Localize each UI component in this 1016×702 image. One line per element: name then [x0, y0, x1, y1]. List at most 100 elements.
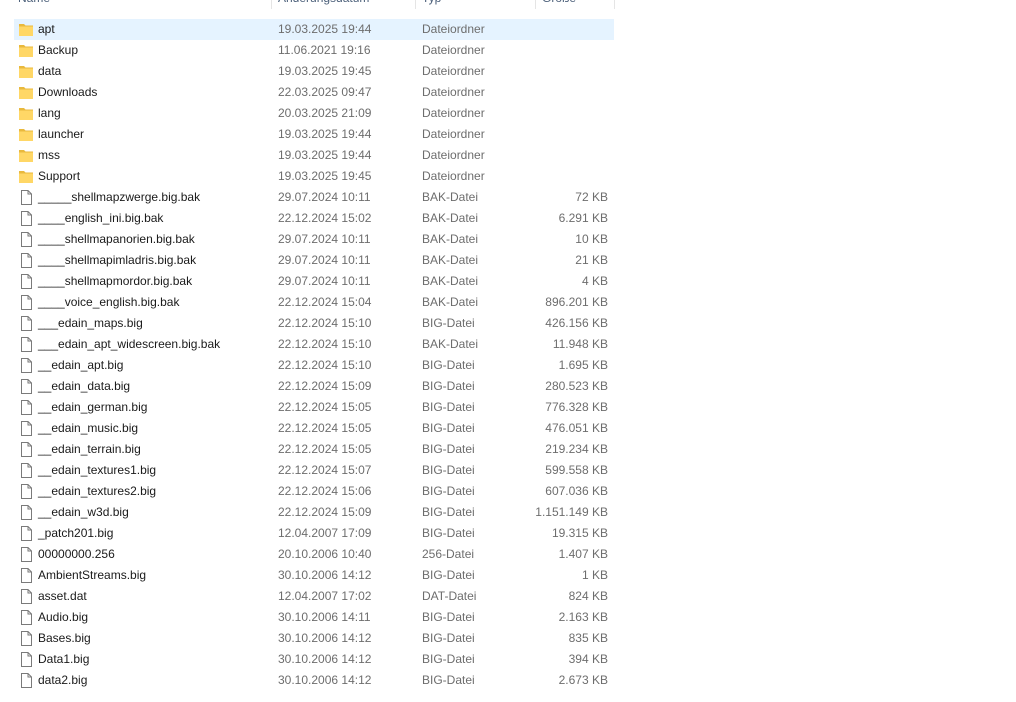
file-type: Dateiordner: [422, 148, 485, 162]
file-row[interactable]: 00000000.256 20.10.2006 10:40 256-Datei 1.4…: [14, 544, 614, 565]
file-icon: [18, 252, 34, 269]
file-modified-date: 11.06.2021 19:16: [278, 43, 371, 57]
file-modified-date: 22.12.2024 15:05: [278, 421, 372, 435]
file-type: Dateiordner: [422, 127, 485, 141]
file-modified-date: 29.07.2024 10:11: [278, 253, 371, 267]
column-divider[interactable]: [271, 0, 272, 9]
file-row[interactable]: ____shellmapanorien.big.bak 29.07.2024 10…: [14, 229, 614, 250]
file-type: BIG-Datei: [422, 631, 475, 645]
file-name: _patch201.big: [38, 526, 114, 540]
file-row[interactable]: _patch201.big 12.04.2007 17:09 BIG-Datei 19…: [14, 523, 614, 544]
file-row[interactable]: ___edain_maps.big 22.12.2024 15:10 BIG-Dat…: [14, 313, 614, 334]
file-row[interactable]: launcher 19.03.2025 19:44 Dateiordner: [14, 124, 614, 145]
file-row[interactable]: _____shellmapzwerge.big.bak 29.07.2024 10…: [14, 187, 614, 208]
file-size: 835 KB: [568, 631, 608, 645]
file-name: ___edain_apt_widescreen.big.bak: [38, 337, 221, 351]
file-name: _____shellmapzwerge.big.bak: [38, 190, 201, 204]
file-row[interactable]: Bases.big 30.10.2006 14:12 BIG-Datei 835 KB: [14, 628, 614, 649]
file-modified-date: 22.12.2024 15:06: [278, 484, 372, 498]
file-name: ____voice_english.big.bak: [38, 295, 180, 309]
file-size: 2.673 KB: [558, 673, 608, 687]
file-name: Data1.big: [38, 652, 90, 666]
file-icon: [18, 609, 34, 626]
file-name: Downloads: [38, 85, 98, 99]
file-name: Bases.big: [38, 631, 91, 645]
file-row[interactable]: ____shellmapmordor.big.bak 29.07.2024 10:…: [14, 271, 614, 292]
file-row[interactable]: asset.dat 12.04.2007 17:02 DAT-Datei 824 KB: [14, 586, 614, 607]
file-modified-date: 22.12.2024 15:02: [278, 211, 372, 225]
file-name: ____shellmapanorien.big.bak: [38, 232, 195, 246]
file-row[interactable]: AmbientStreams.big 30.10.2006 14:12 BIG-Da…: [14, 565, 614, 586]
file-row[interactable]: __edain_terrain.big 22.12.2024 15:05 BIG-D…: [14, 439, 614, 460]
file-row[interactable]: data2.big 30.10.2006 14:12 BIG-Datei 2.673 …: [14, 670, 614, 691]
file-size: 6.291 KB: [558, 211, 608, 225]
file-size: 21 KB: [575, 253, 608, 267]
file-modified-date: 22.12.2024 15:07: [278, 463, 372, 477]
column-header-date[interactable]: Änderungsdatum: [278, 0, 369, 9]
file-name: data: [38, 64, 62, 78]
file-type: BIG-Datei: [422, 442, 475, 456]
file-row[interactable]: __edain_data.big 22.12.2024 15:09 BIG-Date…: [14, 376, 614, 397]
file-type: BAK-Datei: [422, 190, 479, 204]
file-type: BAK-Datei: [422, 295, 479, 309]
file-icon: [18, 189, 34, 206]
file-row[interactable]: __edain_w3d.big 22.12.2024 15:09 BIG-Datei…: [14, 502, 614, 523]
folder-icon: [18, 21, 34, 38]
file-name: asset.dat: [38, 589, 87, 603]
file-row[interactable]: ___edain_apt_widescreen.big.bak 22.12.202…: [14, 334, 614, 355]
column-divider[interactable]: [614, 0, 615, 9]
file-modified-date: 30.10.2006 14:12: [278, 673, 372, 687]
column-header-bar: Name Änderungsdatum Typ Größe: [0, 0, 616, 9]
file-size: 10 KB: [575, 232, 608, 246]
file-row[interactable]: Downloads 22.03.2025 09:47 Dateiordner: [14, 82, 614, 103]
file-row[interactable]: __edain_german.big 22.12.2024 15:05 BIG-Da…: [14, 397, 614, 418]
file-row[interactable]: data 19.03.2025 19:45 Dateiordner: [14, 61, 614, 82]
file-row[interactable]: __edain_apt.big 22.12.2024 15:10 BIG-Datei…: [14, 355, 614, 376]
file-row[interactable]: ____english_ini.big.bak 22.12.2024 15:02 B…: [14, 208, 614, 229]
file-modified-date: 12.04.2007 17:09: [278, 526, 372, 540]
column-header-type[interactable]: Typ: [422, 0, 441, 9]
column-header-size[interactable]: Größe: [542, 0, 576, 9]
file-row[interactable]: apt 19.03.2025 19:44 Dateiordner: [14, 19, 614, 40]
file-name: __edain_textures2.big: [38, 484, 157, 498]
file-icon: [18, 441, 34, 458]
file-row[interactable]: __edain_music.big 22.12.2024 15:05 BIG-Dat…: [14, 418, 614, 439]
file-type: Dateiordner: [422, 85, 485, 99]
file-row[interactable]: ____voice_english.big.bak 22.12.2024 15:0…: [14, 292, 614, 313]
file-row[interactable]: Support 19.03.2025 19:45 Dateiordner: [14, 166, 614, 187]
file-name: __edain_w3d.big: [38, 505, 129, 519]
file-type: Dateiordner: [422, 106, 485, 120]
file-row[interactable]: Backup 11.06.2021 19:16 Dateiordner: [14, 40, 614, 61]
file-row[interactable]: Data1.big 30.10.2006 14:12 BIG-Datei 394 KB: [14, 649, 614, 670]
file-name: __edain_textures1.big: [38, 463, 157, 477]
file-type: Dateiordner: [422, 169, 485, 183]
column-header-name[interactable]: Name: [18, 0, 50, 9]
file-name: __edain_music.big: [38, 421, 139, 435]
file-icon: [18, 525, 34, 542]
file-type: BIG-Datei: [422, 316, 475, 330]
file-size: 607.036 KB: [545, 484, 608, 498]
file-icon: [18, 630, 34, 647]
file-modified-date: 19.03.2025 19:44: [278, 22, 372, 36]
file-type: BIG-Datei: [422, 379, 475, 393]
file-name: ___edain_maps.big: [38, 316, 143, 330]
file-row[interactable]: __edain_textures1.big 22.12.2024 15:07 BIG…: [14, 460, 614, 481]
file-row[interactable]: lang 20.03.2025 21:09 Dateiordner: [14, 103, 614, 124]
column-divider[interactable]: [415, 0, 416, 9]
column-divider[interactable]: [535, 0, 536, 9]
file-type: BIG-Datei: [422, 400, 475, 414]
file-modified-date: 22.03.2025 09:47: [278, 85, 372, 99]
file-type: BIG-Datei: [422, 484, 475, 498]
file-modified-date: 19.03.2025 19:45: [278, 64, 372, 78]
file-row[interactable]: Audio.big 30.10.2006 14:11 BIG-Datei 2.163 …: [14, 607, 614, 628]
file-name: Support: [38, 169, 81, 183]
file-row[interactable]: ____shellmapimladris.big.bak 29.07.2024 1…: [14, 250, 614, 271]
file-size: 19.315 KB: [551, 526, 608, 540]
file-type: BIG-Datei: [422, 568, 475, 582]
file-type: 256-Datei: [422, 547, 475, 561]
file-modified-date: 19.03.2025 19:45: [278, 169, 372, 183]
file-row[interactable]: mss 19.03.2025 19:44 Dateiordner: [14, 145, 614, 166]
file-row[interactable]: __edain_textures2.big 22.12.2024 15:06 BIG…: [14, 481, 614, 502]
file-name: __edain_apt.big: [38, 358, 124, 372]
file-icon: [18, 378, 34, 395]
